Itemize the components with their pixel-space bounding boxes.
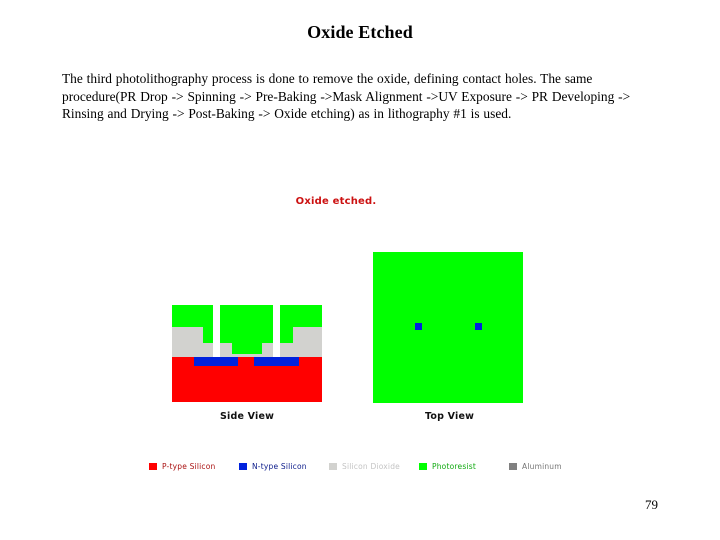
legend-label: P-type Silicon — [162, 461, 216, 471]
top-view-label: Top View — [425, 411, 475, 422]
slide-body-text: The third photolithography process is do… — [62, 71, 631, 121]
n-type-region-left — [194, 357, 238, 366]
diagram-title: Oxide etched. — [0, 196, 672, 207]
legend-item-silicon-dioxide: Silicon Dioxide — [329, 461, 400, 471]
legend-swatch-icon — [239, 462, 247, 470]
photoresist-center-top — [220, 305, 273, 343]
legend-item-photoresist: Photoresist — [419, 461, 476, 471]
legend-item-n-type-silicon: N-type Silicon — [239, 461, 307, 471]
photoresist-center-bottom — [232, 343, 262, 354]
legend-swatch-icon — [419, 462, 427, 470]
photoresist-left-top — [172, 305, 213, 327]
legend-label: Aluminum — [522, 461, 562, 471]
contact-hole-right — [273, 305, 280, 357]
contact-hole-left — [213, 305, 220, 357]
top-view-contact-left — [415, 323, 422, 330]
legend-label: Photoresist — [432, 461, 476, 471]
top-view-photoresist — [373, 252, 523, 403]
legend-item-aluminum: Aluminum — [509, 461, 562, 471]
legend-swatch-icon — [509, 462, 517, 470]
top-view-contact-right — [475, 323, 482, 330]
photoresist-left-step — [203, 327, 213, 343]
photoresist-right-step — [280, 327, 293, 343]
legend-label: Silicon Dioxide — [342, 461, 400, 471]
slide-title: Oxide Etched — [307, 22, 413, 42]
legend-label: N-type Silicon — [252, 461, 307, 471]
legend-swatch-icon — [149, 462, 157, 470]
legend-item-p-type-silicon: P-type Silicon — [149, 461, 215, 471]
page-number: 79 — [645, 497, 658, 512]
diagram-title-text: Oxide etched. — [295, 196, 377, 207]
side-view-label: Side View — [220, 411, 275, 422]
legend-swatch-icon — [329, 462, 337, 470]
photoresist-right-top — [280, 305, 322, 327]
n-type-region-right — [254, 357, 299, 366]
